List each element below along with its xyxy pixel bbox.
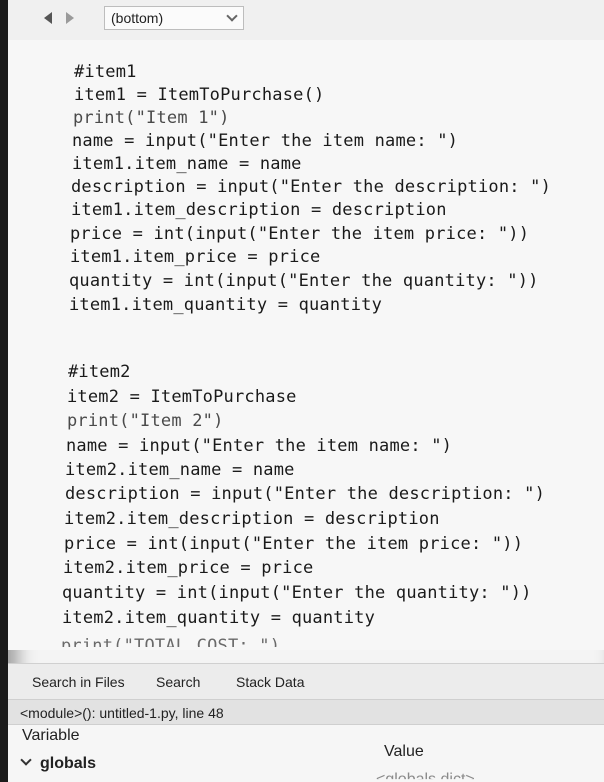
scope-dropdown-value: (bottom) — [111, 10, 164, 26]
code-line: print("Item 2") — [67, 411, 224, 431]
forward-arrow-icon[interactable] — [66, 12, 74, 24]
navigation-bar: (bottom) — [8, 0, 604, 40]
code-line: price = int(input("Enter the item price:… — [70, 224, 530, 244]
code-line: item1.item_description = description — [71, 200, 447, 220]
code-line: description = input("Enter the descripti… — [71, 177, 552, 197]
code-line: quantity = int(input("Enter the quantity… — [62, 583, 532, 603]
ide-screen: (bottom) #item1 item1 = ItemToPurchase()… — [8, 0, 604, 782]
stack-frame-selector[interactable]: <module>(): untitled-1.py, line 48 — [8, 699, 604, 725]
code-line: quantity = int(input("Enter the quantity… — [69, 271, 539, 291]
globals-tree-item[interactable]: globals — [20, 754, 97, 773]
tab-search-in-files[interactable]: Search in Files — [32, 674, 125, 690]
scope-dropdown[interactable]: (bottom) — [104, 6, 244, 30]
code-editor[interactable]: #item1 item1 = ItemToPurchase() print("I… — [8, 40, 604, 650]
chevron-down-icon — [226, 10, 238, 22]
tab-search[interactable]: Search — [156, 674, 200, 690]
code-line: description = input("Enter the descripti… — [65, 484, 546, 504]
code-line: item2.item_description = description — [64, 509, 440, 529]
variable-column-header: Variable — [22, 727, 80, 744]
code-line: price = int(input("Enter the item price:… — [64, 534, 524, 554]
code-line: name = input("Enter the item name: ") — [72, 131, 459, 151]
globals-value: <globals dict> — [376, 771, 475, 782]
code-line: item2.item_price = price — [63, 558, 314, 578]
code-line: #item2 — [68, 362, 131, 382]
variables-panel: Variable Value globals <globals dict> — [8, 725, 604, 782]
chevron-down-icon[interactable] — [20, 754, 32, 766]
code-line: item1.item_name = name — [72, 154, 302, 174]
code-line: item1 = ItemToPurchase() — [74, 85, 325, 105]
code-line: name = input("Enter the item name: ") — [66, 436, 453, 456]
code-line: #item1 — [74, 62, 137, 82]
back-arrow-icon[interactable] — [44, 12, 52, 24]
code-line: item2.item_quantity = quantity — [62, 608, 376, 628]
bottom-tabs: Search in Files Search Stack Data — [8, 663, 604, 700]
value-column-header: Value — [384, 743, 424, 760]
code-line: print("Item 1") — [73, 108, 230, 128]
code-line: print("TOTAL COST: ") — [61, 636, 281, 650]
code-line: item1.item_price = price — [70, 247, 321, 267]
code-line: item2.item_name = name — [65, 460, 295, 480]
tab-stack-data[interactable]: Stack Data — [236, 674, 304, 690]
globals-label: globals — [40, 755, 97, 772]
code-line: item1.item_quantity = quantity — [69, 295, 383, 315]
code-line: item2 = ItemToPurchase — [67, 387, 297, 407]
